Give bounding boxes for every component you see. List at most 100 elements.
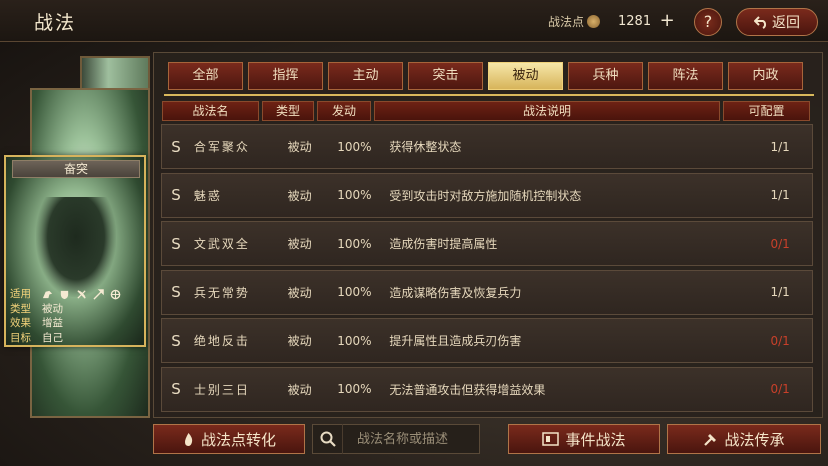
table-header: 战法名 类型 发动 战法说明 可配置 xyxy=(162,101,810,121)
card-key: 目标 xyxy=(10,331,31,344)
skill-description: 造成谋略伤害及恢复兵力 xyxy=(389,285,522,300)
troop-type-icons xyxy=(42,287,121,302)
tab-all[interactable]: 全部 xyxy=(168,62,243,90)
table-row[interactable]: S 魅惑 被动 100% 受到攻击时对敌方施加随机控制状态 1/1 xyxy=(161,172,813,218)
tab-active[interactable]: 主动 xyxy=(328,62,403,90)
skill-type: 被动 xyxy=(287,334,312,348)
skill-rank: S xyxy=(171,137,181,156)
general-portrait xyxy=(36,197,116,297)
header-description: 战法说明 xyxy=(374,101,720,121)
event-skills-label: 事件战法 xyxy=(565,430,626,449)
search-icon xyxy=(313,424,343,454)
card-value: 自己 xyxy=(42,331,63,344)
skill-configurable: 1/1 xyxy=(770,188,790,202)
inherit-skill-button[interactable]: 战法传承 xyxy=(667,424,821,454)
skill-description: 造成伤害时提高属性 xyxy=(389,237,498,251)
skill-search xyxy=(312,424,480,454)
skill-name: 士别三日 xyxy=(193,382,250,397)
skill-description: 受到攻击时对敌方施加随机控制状态 xyxy=(389,188,582,203)
skill-type: 被动 xyxy=(287,188,312,203)
skill-type: 被动 xyxy=(287,382,312,397)
skill-rate: 100% xyxy=(337,285,372,299)
skill-type: 被动 xyxy=(287,140,312,154)
search-input[interactable] xyxy=(343,431,477,447)
header-trigger: 发动 xyxy=(317,101,371,121)
spear-icon xyxy=(93,288,104,300)
skill-type: 被动 xyxy=(287,237,312,251)
card-key: 适用 xyxy=(10,288,31,300)
table-row[interactable]: S 兵无常势 被动 100% 造成谋略伤害及恢复兵力 1/1 xyxy=(161,269,813,315)
skill-rank: S xyxy=(171,283,181,301)
skill-rate: 100% xyxy=(337,382,372,396)
table-row[interactable]: S 合军聚众 被动 100% 获得休整状态 1/1 xyxy=(161,124,813,169)
skill-points: 战法点 1281 + xyxy=(548,10,688,32)
skill-table: S 合军聚众 被动 100% 获得休整状态 1/1 S 魅惑 被动 100% 受… xyxy=(161,124,813,415)
skill-rank: S xyxy=(171,331,181,350)
skill-configurable: 0/1 xyxy=(770,236,790,251)
add-points-button[interactable]: + xyxy=(659,12,675,30)
header-configurable: 可配置 xyxy=(723,101,810,121)
skill-configurable: 0/1 xyxy=(770,333,790,348)
skill-card-name: 奋突 xyxy=(12,160,140,178)
card-row-target: 目标 自己 xyxy=(10,331,142,346)
skill-rank: S xyxy=(171,234,181,253)
skill-name: 绝地反击 xyxy=(193,334,250,348)
skill-card[interactable]: 奋突 适用 类型 被动 效果 增益 目标 自己 xyxy=(4,155,146,347)
skill-rate: 100% xyxy=(337,139,372,154)
hammer-icon xyxy=(704,433,717,446)
convert-points-label: 战法点转化 xyxy=(200,430,276,449)
skill-configurable: 0/1 xyxy=(770,382,790,396)
tab-troop[interactable]: 兵种 xyxy=(568,62,643,90)
skill-name: 合军聚众 xyxy=(193,140,250,154)
skill-list-panel: 全部 指挥 主动 突击 被动 兵种 阵法 内政 战法名 类型 发动 战法说明 可… xyxy=(153,52,823,418)
skill-name: 文武双全 xyxy=(193,237,250,251)
siege-icon xyxy=(110,289,121,300)
page-title: 战法 xyxy=(34,12,77,34)
tab-command[interactable]: 指挥 xyxy=(248,62,323,90)
coin-icon xyxy=(587,14,601,28)
inherit-skill-label: 战法传承 xyxy=(724,430,785,449)
skill-configurable: 1/1 xyxy=(770,285,790,299)
skill-rank: S xyxy=(171,380,181,398)
convert-points-button[interactable]: 战法点转化 xyxy=(153,424,305,454)
category-tabs: 全部 指挥 主动 突击 被动 兵种 阵法 内政 xyxy=(168,62,803,90)
cavalry-icon xyxy=(42,290,53,298)
flame-icon xyxy=(184,432,193,446)
table-row[interactable]: S 绝地反击 被动 100% 提升属性且造成兵刃伤害 0/1 xyxy=(161,318,813,363)
skill-description: 提升属性且造成兵刃伤害 xyxy=(389,334,522,348)
book-icon xyxy=(542,432,560,446)
card-row-type: 类型 被动 xyxy=(10,302,142,317)
event-skills-button[interactable]: 事件战法 xyxy=(508,424,660,454)
bow-icon xyxy=(77,290,86,299)
top-bar: 战法 战法点 1281 + ? 返回 xyxy=(0,0,828,42)
card-value: 被动 xyxy=(42,302,63,315)
table-row[interactable]: S 士别三日 被动 100% 无法普通攻击但获得增益效果 0/1 xyxy=(161,366,813,412)
skill-name: 魅惑 xyxy=(193,188,222,203)
table-row[interactable]: S 文武双全 被动 100% 造成伤害时提高属性 0/1 xyxy=(161,221,813,266)
skill-card-info: 适用 类型 被动 效果 增益 目标 自己 xyxy=(10,287,142,345)
shield-icon xyxy=(60,290,69,299)
skill-type: 被动 xyxy=(287,285,312,300)
card-key: 效果 xyxy=(10,317,31,329)
skill-configurable: 1/1 xyxy=(770,139,790,154)
back-button[interactable]: 返回 xyxy=(736,8,818,36)
skill-rank: S xyxy=(171,186,181,204)
skill-points-label: 战法点 xyxy=(548,14,585,29)
tab-passive[interactable]: 被动 xyxy=(488,62,563,90)
tab-divider xyxy=(164,94,814,96)
tab-formation[interactable]: 阵法 xyxy=(648,62,723,90)
help-button[interactable]: ? xyxy=(694,8,722,36)
card-key: 类型 xyxy=(10,302,31,315)
tab-internal-affairs[interactable]: 内政 xyxy=(728,62,803,90)
skill-rate: 100% xyxy=(337,188,372,202)
back-arrow-icon xyxy=(754,16,767,29)
skill-points-value: 1281 xyxy=(618,13,652,29)
card-value: 增益 xyxy=(42,317,63,329)
skill-rate: 100% xyxy=(337,333,372,348)
tab-assault[interactable]: 突击 xyxy=(408,62,483,90)
back-label: 返回 xyxy=(772,15,800,31)
skill-name: 兵无常势 xyxy=(193,285,250,300)
skill-rate: 100% xyxy=(337,236,372,251)
card-row-effect: 效果 增益 xyxy=(10,316,142,331)
header-skill-name: 战法名 xyxy=(162,101,259,121)
